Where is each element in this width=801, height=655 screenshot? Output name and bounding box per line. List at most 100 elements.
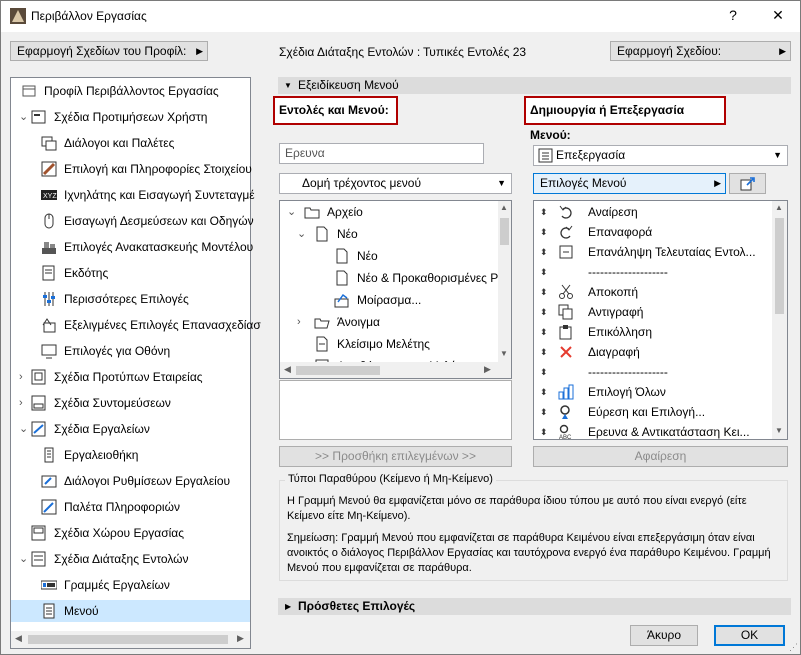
drag-handle-icon[interactable]: ⬍ <box>540 202 548 222</box>
scroll-right-icon[interactable]: ▶ <box>484 364 491 375</box>
tree-item[interactable]: Γραμμές Εργαλείων <box>11 574 250 596</box>
command-list-item[interactable]: › Άνοιγμα <box>280 312 498 332</box>
tree-item[interactable]: Εισαγωγή Δεσμεύσεων και Οδηγών <box>11 210 254 232</box>
tree-item[interactable]: ⌄ Σχέδια Εργαλείων <box>11 418 250 440</box>
tree-item[interactable]: › Σχέδια Προτύπων Εταιρείας <box>11 366 250 388</box>
cancel-button[interactable]: Άκυρο <box>630 625 698 646</box>
tree-item[interactable]: ⌄ Σχέδια Προτιμήσεων Χρήστη <box>11 106 250 128</box>
more-options-header[interactable]: ▶ Πρόσθετες Επιλογές <box>278 598 791 615</box>
schema-value: Τυπικές Εντολές 23 <box>423 45 527 59</box>
menu-list-item[interactable]: ⬍ Επικόλληση <box>534 322 772 342</box>
menu-list-item[interactable]: ⬍ Αποκοπή <box>534 282 772 302</box>
menu-vscrollbar[interactable]: ▲ ▼ <box>772 201 787 439</box>
drag-handle-icon[interactable]: ⬍ <box>540 422 548 439</box>
tree-item[interactable]: Εκδότης <box>11 262 250 284</box>
chevron-down-icon[interactable]: ⌄ <box>19 106 28 128</box>
menu-list-item[interactable]: ⬍ Αντιγραφή <box>534 302 772 322</box>
close-button[interactable]: ✕ <box>768 7 788 24</box>
menu-list-item[interactable]: ⬍ Αναίρεση <box>534 202 772 222</box>
commands-hscrollbar[interactable]: ◀ ▶ <box>280 362 511 378</box>
scroll-up-icon[interactable]: ▲ <box>775 203 783 212</box>
command-list-item[interactable]: Μοίρασμα... <box>280 290 498 310</box>
resize-grip-icon[interactable]: ⋰ <box>789 642 798 653</box>
drag-handle-icon[interactable]: ⬍ <box>540 342 548 362</box>
menu-list-item[interactable]: ⬍ Εύρεση και Επιλογή... <box>534 402 772 422</box>
drag-handle-icon[interactable]: ⬍ <box>540 262 548 282</box>
drag-handle-icon[interactable]: ⬍ <box>540 402 548 422</box>
ok-button[interactable]: OK <box>714 625 785 646</box>
scroll-up-icon[interactable]: ▲ <box>500 203 508 212</box>
command-list-item[interactable]: Νέο <box>280 246 498 266</box>
scroll-right-icon[interactable]: ▶ <box>237 633 244 644</box>
drag-handle-icon[interactable]: ⬍ <box>540 322 548 342</box>
scroll-thumb[interactable] <box>775 218 784 314</box>
command-label: Νέο & Προκαθορισμένες Ρυθ <box>357 271 498 285</box>
drag-handle-icon[interactable]: ⬍ <box>540 362 548 382</box>
drag-handle-icon[interactable]: ⬍ <box>540 382 548 402</box>
drag-handle-icon[interactable]: ⬍ <box>540 282 548 302</box>
chevron-right-icon[interactable]: › <box>19 366 23 388</box>
tree-item[interactable]: Διάλογοι Ρυθμίσεων Εργαλείου <box>11 470 250 492</box>
scroll-left-icon[interactable]: ◀ <box>15 633 22 644</box>
drag-handle-icon[interactable]: ⬍ <box>540 302 548 322</box>
tree-hscrollbar[interactable]: ◀ ▶ <box>11 631 250 648</box>
menu-list-item[interactable]: ⬍ ABC Ερευνα & Αντικατάσταση Κει... <box>534 422 772 439</box>
menu-combo-label: Επεξεργασία <box>556 148 626 162</box>
tree-item[interactable]: Επιλογή και Πληροφορίες Στοιχείου <box>11 158 252 180</box>
tree-item[interactable]: Προφίλ Περιβάλλοντος Εργασίας <box>11 80 250 102</box>
scroll-thumb[interactable] <box>296 366 380 375</box>
scroll-down-icon[interactable]: ▼ <box>500 349 508 358</box>
drag-handle-icon[interactable]: ⬍ <box>540 242 548 262</box>
menu-item-label: Επαναφορά <box>588 225 653 239</box>
scroll-thumb[interactable] <box>500 218 509 245</box>
command-list-item[interactable]: ⌄ Αρχείο <box>280 202 498 222</box>
search-input[interactable]: Ερευνα <box>279 143 484 164</box>
remove-button[interactable]: Αφαίρεση <box>533 446 788 467</box>
structure-combo[interactable]: Δομή τρέχοντος μενού ▼ <box>279 173 512 194</box>
chevron-down-icon[interactable]: ⌄ <box>19 548 28 570</box>
commands-vscrollbar[interactable]: ▲ ▼ <box>498 201 511 362</box>
menu-combo[interactable]: Επεξεργασία ▼ <box>533 145 788 166</box>
xyz-icon: XYZ <box>41 187 57 203</box>
tree-item[interactable]: Παλέτα Πληροφοριών <box>11 496 250 518</box>
command-list-item[interactable]: ⌄ Νέο <box>280 224 498 244</box>
menu-options-button[interactable]: Επιλογές Μενού ▶ <box>533 173 726 194</box>
tree-item[interactable]: Διάλογοι και Παλέτες <box>11 132 250 154</box>
command-list-item[interactable]: Κλείσιμο Μελέτης <box>280 334 498 354</box>
more-options-title: Πρόσθετες Επιλογές <box>298 599 416 613</box>
chevron-down-icon[interactable]: ⌄ <box>297 224 306 244</box>
add-selected-button[interactable]: >> Προσθήκη επιλεγμένων >> <box>279 446 512 467</box>
tree-item[interactable]: ⌄ Σχέδια Διάταξης Εντολών <box>11 548 250 570</box>
chevron-down-icon[interactable]: ⌄ <box>19 418 28 440</box>
tree-item[interactable]: › Σχέδια Συντομεύσεων <box>11 392 250 414</box>
menu-list-item[interactable]: ⬍ Επιλογή Όλων <box>534 382 772 402</box>
scroll-thumb[interactable] <box>28 635 228 644</box>
help-button[interactable]: ? <box>723 7 743 23</box>
menu-separator-item[interactable]: ⬍ -------------------- <box>534 262 772 282</box>
export-menu-button[interactable] <box>729 173 766 194</box>
apply-scheme-button[interactable]: Εφαρμογή Σχεδίου: ▶ <box>610 41 791 61</box>
chevron-right-icon[interactable]: › <box>19 392 23 414</box>
section-header[interactable]: ▼ Εξειδίκευση Μενού <box>278 77 791 94</box>
apply-profile-button[interactable]: Εφαρμογή Σχεδίων του Προφίλ: ▶ <box>10 41 208 61</box>
chevron-down-icon[interactable]: ⌄ <box>287 202 296 222</box>
tree-item[interactable]: Επιλογές Ανακατασκευής Μοντέλου <box>11 236 253 258</box>
menu-list-item[interactable]: ⬍ Επανάληψη Τελευταίας Εντολ... <box>534 242 772 262</box>
company-icon <box>31 369 47 385</box>
tree-item[interactable]: Περισσότερες Επιλογές <box>11 288 250 310</box>
scroll-down-icon[interactable]: ▼ <box>775 426 783 435</box>
tree-item[interactable]: Μενού <box>11 600 250 622</box>
schema-label: Σχέδια Διάταξης Εντολών : <box>279 45 421 59</box>
menu-list-item[interactable]: ⬍ Διαγραφή <box>534 342 772 362</box>
chevron-right-icon[interactable]: › <box>297 312 301 332</box>
scroll-left-icon[interactable]: ◀ <box>284 364 291 375</box>
tree-item[interactable]: XYZ Ιχνηλάτης και Εισαγωγή Συντεταγμέ <box>11 184 255 206</box>
drag-handle-icon[interactable]: ⬍ <box>540 222 548 242</box>
tree-item[interactable]: Εργαλειοθήκη <box>11 444 250 466</box>
tree-item[interactable]: Εξελιγμένες Επιλογές Επανασχεδίασ <box>11 314 261 336</box>
command-list-item[interactable]: Νέο & Προκαθορισμένες Ρυθ <box>280 268 498 288</box>
menu-separator-item[interactable]: ⬍ -------------------- <box>534 362 772 382</box>
menu-list-item[interactable]: ⬍ Επαναφορά <box>534 222 772 242</box>
tree-item[interactable]: Επιλογές για Οθόνη <box>11 340 250 362</box>
tree-item[interactable]: Σχέδια Χώρου Εργασίας <box>11 522 250 544</box>
